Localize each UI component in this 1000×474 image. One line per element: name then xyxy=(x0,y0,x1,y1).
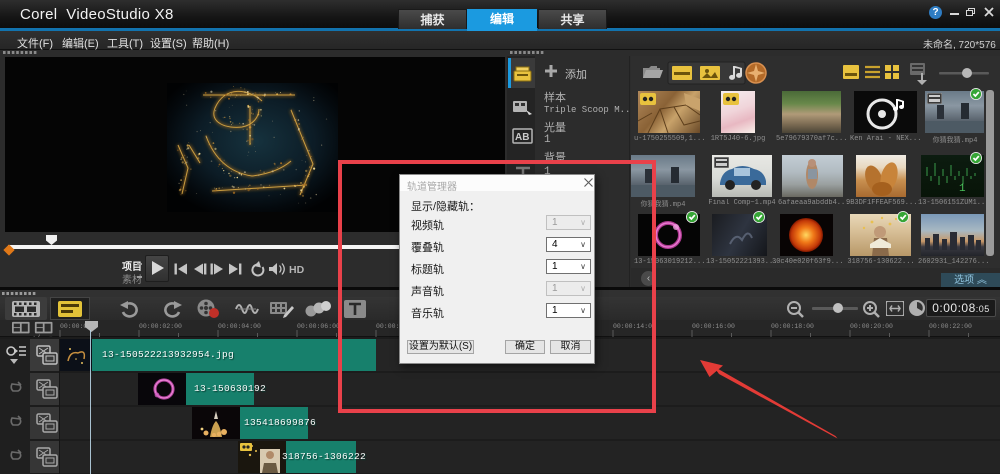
svg-text:1: 1 xyxy=(959,183,966,195)
svg-text:AB: AB xyxy=(515,132,529,143)
svg-text:HD: HD xyxy=(289,264,305,276)
